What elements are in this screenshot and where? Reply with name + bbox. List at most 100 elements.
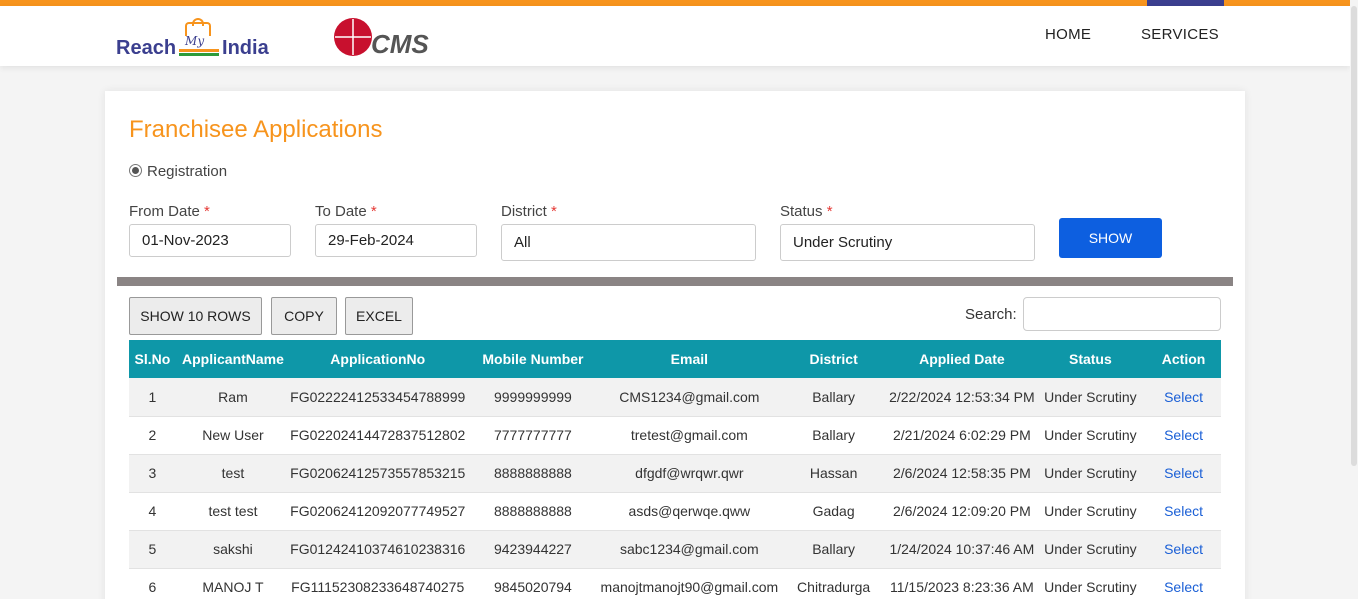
status-select[interactable]: Under Scrutiny — [780, 224, 1035, 261]
table-cell: test test — [175, 492, 291, 531]
table-cell: 4 — [129, 492, 176, 531]
registration-radio-label[interactable]: Registration — [147, 163, 227, 180]
table-cell: 9845020794 — [465, 568, 601, 599]
table-cell: Chitradurga — [778, 568, 890, 599]
district-select[interactable]: All — [501, 224, 756, 261]
table-cell: Under Scrutiny — [1034, 492, 1147, 531]
logo-word-my: My — [185, 34, 205, 48]
table-cell: Under Scrutiny — [1034, 378, 1147, 417]
table-cell: sakshi — [175, 530, 291, 569]
table-cell: 9999999999 — [465, 378, 601, 417]
table-cell: 1/24/2024 10:37:46 AM — [889, 530, 1035, 569]
table-cell: MANOJ T — [175, 568, 291, 599]
table-cell: Ballary — [778, 378, 890, 417]
table-cell: FG11152308233648740275 — [290, 568, 466, 599]
table-cell: 2/22/2024 12:53:34 PM — [889, 378, 1035, 417]
logo-word-india: India — [222, 37, 269, 59]
table-cell: tretest@gmail.com — [600, 416, 779, 455]
table-cell: 5 — [129, 530, 176, 569]
table-header-row: Sl.No ApplicantName ApplicationNo Mobile Nu… — [129, 340, 1221, 378]
column-header[interactable]: District — [778, 340, 890, 378]
table-cell: dfgdf@wrqwr.qwr — [600, 454, 779, 493]
district-label: District * — [501, 203, 557, 220]
applications-table: Sl.No ApplicantName ApplicationNo Mobile Nu… — [129, 340, 1221, 599]
table-cell: Under Scrutiny — [1034, 530, 1147, 569]
select-link[interactable]: Select — [1146, 492, 1221, 531]
table-cell: 7777777777 — [465, 416, 601, 455]
table-cell: Under Scrutiny — [1034, 454, 1147, 493]
table-cell: 11/15/2023 8:23:36 AM — [889, 568, 1035, 599]
table-cell: Ballary — [778, 416, 890, 455]
scrollbar-thumb[interactable] — [1351, 6, 1357, 466]
nav-home-link[interactable]: HOME — [1045, 26, 1091, 43]
table-cell: sabc1234@gmail.com — [600, 530, 779, 569]
table-cell: Hassan — [778, 454, 890, 493]
table-cell: FG01242410374610238316 — [290, 530, 466, 569]
table-cell: 6 — [129, 568, 176, 599]
select-link[interactable]: Select — [1146, 454, 1221, 493]
column-header[interactable]: ApplicationNo — [290, 340, 466, 378]
table-cell: FG02062412573557853215 — [290, 454, 466, 493]
from-date-label: From Date * — [129, 203, 210, 220]
search-input[interactable] — [1023, 297, 1221, 331]
page-scrollbar[interactable] — [1350, 0, 1358, 599]
status-label: Status * — [780, 203, 833, 220]
select-link[interactable]: Select — [1146, 416, 1221, 455]
column-header[interactable]: Sl.No — [129, 340, 176, 378]
table-cell: Ram — [175, 378, 291, 417]
table-cell: 9423944227 — [465, 530, 601, 569]
select-link[interactable]: Select — [1146, 568, 1221, 599]
logo-word-reach: Reach — [116, 37, 177, 59]
select-link[interactable]: Select — [1146, 378, 1221, 417]
table-cell: 1 — [129, 378, 176, 417]
table-row: 5 sakshi FG01242410374610238316 9423944227 s… — [129, 530, 1221, 569]
table-cell: 3 — [129, 454, 176, 493]
nav-services-link[interactable]: SERVICES — [1141, 26, 1219, 43]
table-cell: 2/6/2024 12:09:20 PM — [889, 492, 1035, 531]
table-cell: 8888888888 — [465, 454, 601, 493]
select-link[interactable]: Select — [1146, 530, 1221, 569]
copy-button[interactable]: COPY — [271, 297, 337, 335]
table-cell: FG02202414472837512802 — [290, 416, 466, 455]
page-title: Franchisee Applications — [129, 116, 383, 143]
navbar: Reach My India CMS HOME SERVICES — [0, 6, 1350, 66]
logo-bag-icon: My — [179, 18, 220, 58]
column-header[interactable]: Mobile Number — [465, 340, 601, 378]
table-cell: Ballary — [778, 530, 890, 569]
table-cell: 2/21/2024 6:02:29 PM — [889, 416, 1035, 455]
table-cell: manojtmanojt90@gmail.com — [600, 568, 779, 599]
column-header[interactable]: Status — [1034, 340, 1147, 378]
table-cell: Under Scrutiny — [1034, 568, 1147, 599]
to-date-input[interactable]: 29-Feb-2024 — [315, 224, 477, 257]
reach-my-india-logo[interactable]: Reach My India — [116, 18, 269, 58]
table-cell: 8888888888 — [465, 492, 601, 531]
table-row: 2 New User FG02202414472837512802 777777777… — [129, 416, 1221, 455]
from-date-input[interactable]: 01-Nov-2023 — [129, 224, 291, 257]
table-row: 6 MANOJ T FG11152308233648740275 9845020794… — [129, 568, 1221, 599]
column-header[interactable]: Email — [600, 340, 779, 378]
table-cell: FG02062412092077749527 — [290, 492, 466, 531]
cms-logo[interactable]: CMS — [333, 15, 453, 59]
column-header[interactable]: Action — [1146, 340, 1221, 378]
table-row: 3 test FG02062412573557853215 8888888888 dfg… — [129, 454, 1221, 493]
table-cell: New User — [175, 416, 291, 455]
show-rows-button[interactable]: SHOW 10 ROWS — [129, 297, 262, 335]
table-cell: Gadag — [778, 492, 890, 531]
table-cell: 2 — [129, 416, 176, 455]
column-header[interactable]: ApplicantName — [175, 340, 291, 378]
show-button[interactable]: SHOW — [1059, 218, 1162, 258]
search-label: Search: — [965, 306, 1017, 323]
registration-radio[interactable] — [129, 164, 142, 177]
table-cell: CMS1234@gmail.com — [600, 378, 779, 417]
table-cell: asds@qerwqe.qww — [600, 492, 779, 531]
table-cell: FG02222412533454788999 — [290, 378, 466, 417]
table-cell: test — [175, 454, 291, 493]
table-cell: Under Scrutiny — [1034, 416, 1147, 455]
column-header[interactable]: Applied Date — [889, 340, 1035, 378]
table-cell: 2/6/2024 12:58:35 PM — [889, 454, 1035, 493]
cms-logo-text: CMS — [371, 29, 429, 59]
table-row: 1 Ram FG02222412533454788999 9999999999 CMS1… — [129, 378, 1221, 417]
to-date-label: To Date * — [315, 203, 377, 220]
table-row: 4 test test FG02062412092077749527 88888888… — [129, 492, 1221, 531]
excel-button[interactable]: EXCEL — [345, 297, 413, 335]
